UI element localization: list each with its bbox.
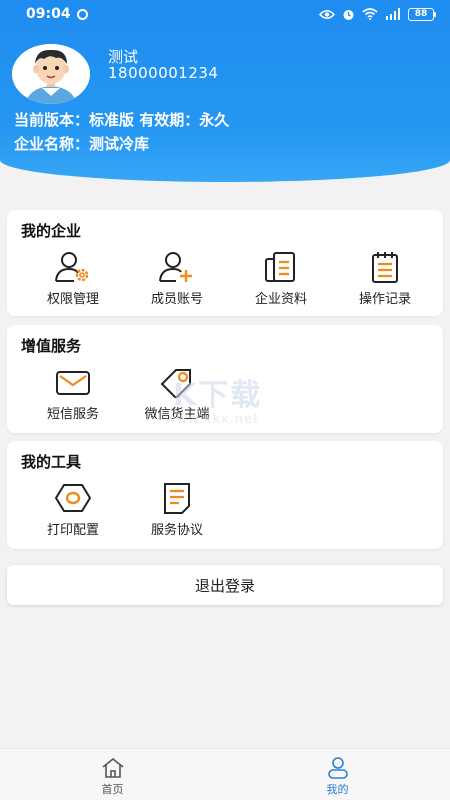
item-label: 成员账号	[150, 292, 203, 307]
logout-button[interactable]: 退出登录	[7, 565, 443, 605]
bottom-nav: 首页 我的	[0, 748, 450, 800]
item-label: 微信货主端	[144, 407, 210, 422]
notepad-icon	[372, 252, 398, 283]
status-icons: 88	[319, 7, 436, 21]
nav-home-label: 首页	[101, 783, 124, 796]
nav-mine[interactable]: 我的	[225, 749, 450, 800]
user-icon	[327, 757, 348, 779]
permission-management-button[interactable]: 权限管理	[21, 250, 125, 307]
alarm-icon	[343, 9, 354, 20]
my-company-card: 我的企业 权限管理 成员账号 企业资料 操作记录	[7, 210, 443, 316]
nav-home[interactable]: 首页	[0, 749, 225, 800]
envelope-icon	[56, 371, 90, 395]
wifi-icon	[362, 8, 378, 20]
item-label: 权限管理	[46, 292, 99, 307]
value-added-services-card: 增值服务 短信服务 微信货主端	[7, 325, 443, 433]
my-tools-card: 我的工具 打印配置 服务协议	[7, 441, 443, 549]
print-settings-button[interactable]: 打印配置	[21, 481, 125, 538]
section-title: 我的企业	[21, 222, 82, 240]
item-label: 打印配置	[46, 523, 99, 538]
battery-level: 88	[408, 7, 434, 21]
profile-header: 09:04 88 测试 18000001234 当前版本：标准版 有效期：永久 …	[0, 0, 450, 182]
documents-icon	[265, 252, 295, 282]
member-account-button[interactable]: 成员账号	[125, 250, 229, 307]
tag-icon	[160, 369, 191, 398]
item-label: 操作记录	[358, 292, 411, 307]
sms-service-button[interactable]: 短信服务	[21, 365, 125, 422]
company-name: 企业名称：测试冷库	[14, 135, 150, 153]
status-time: 09:04	[26, 6, 71, 22]
company-profile-button[interactable]: 企业资料	[229, 250, 333, 307]
service-agreement-button[interactable]: 服务协议	[125, 481, 229, 538]
user-phone: 18000001234	[108, 64, 219, 82]
item-label: 服务协议	[150, 523, 203, 538]
signal-icon	[386, 8, 400, 20]
user-gear-icon	[55, 252, 89, 282]
notification-icon	[76, 8, 88, 20]
nav-mine-label: 我的	[326, 783, 349, 796]
status-bar: 09:04 88	[0, 0, 450, 28]
section-title: 增值服务	[21, 337, 82, 355]
item-label: 短信服务	[46, 407, 99, 422]
wechat-owner-button[interactable]: 微信货主端	[125, 365, 229, 422]
hexagon-icon	[54, 484, 92, 512]
avatar[interactable]	[12, 44, 90, 104]
home-icon	[102, 757, 123, 778]
user-add-icon	[159, 252, 192, 282]
item-label: 企业资料	[254, 292, 307, 307]
battery-icon: 88	[408, 7, 436, 21]
version-info: 当前版本：标准版 有效期：永久	[14, 111, 230, 129]
eye-icon	[319, 9, 335, 19]
operation-log-button[interactable]: 操作记录	[333, 250, 437, 307]
section-title: 我的工具	[21, 453, 82, 471]
agreement-document-icon	[164, 483, 190, 514]
